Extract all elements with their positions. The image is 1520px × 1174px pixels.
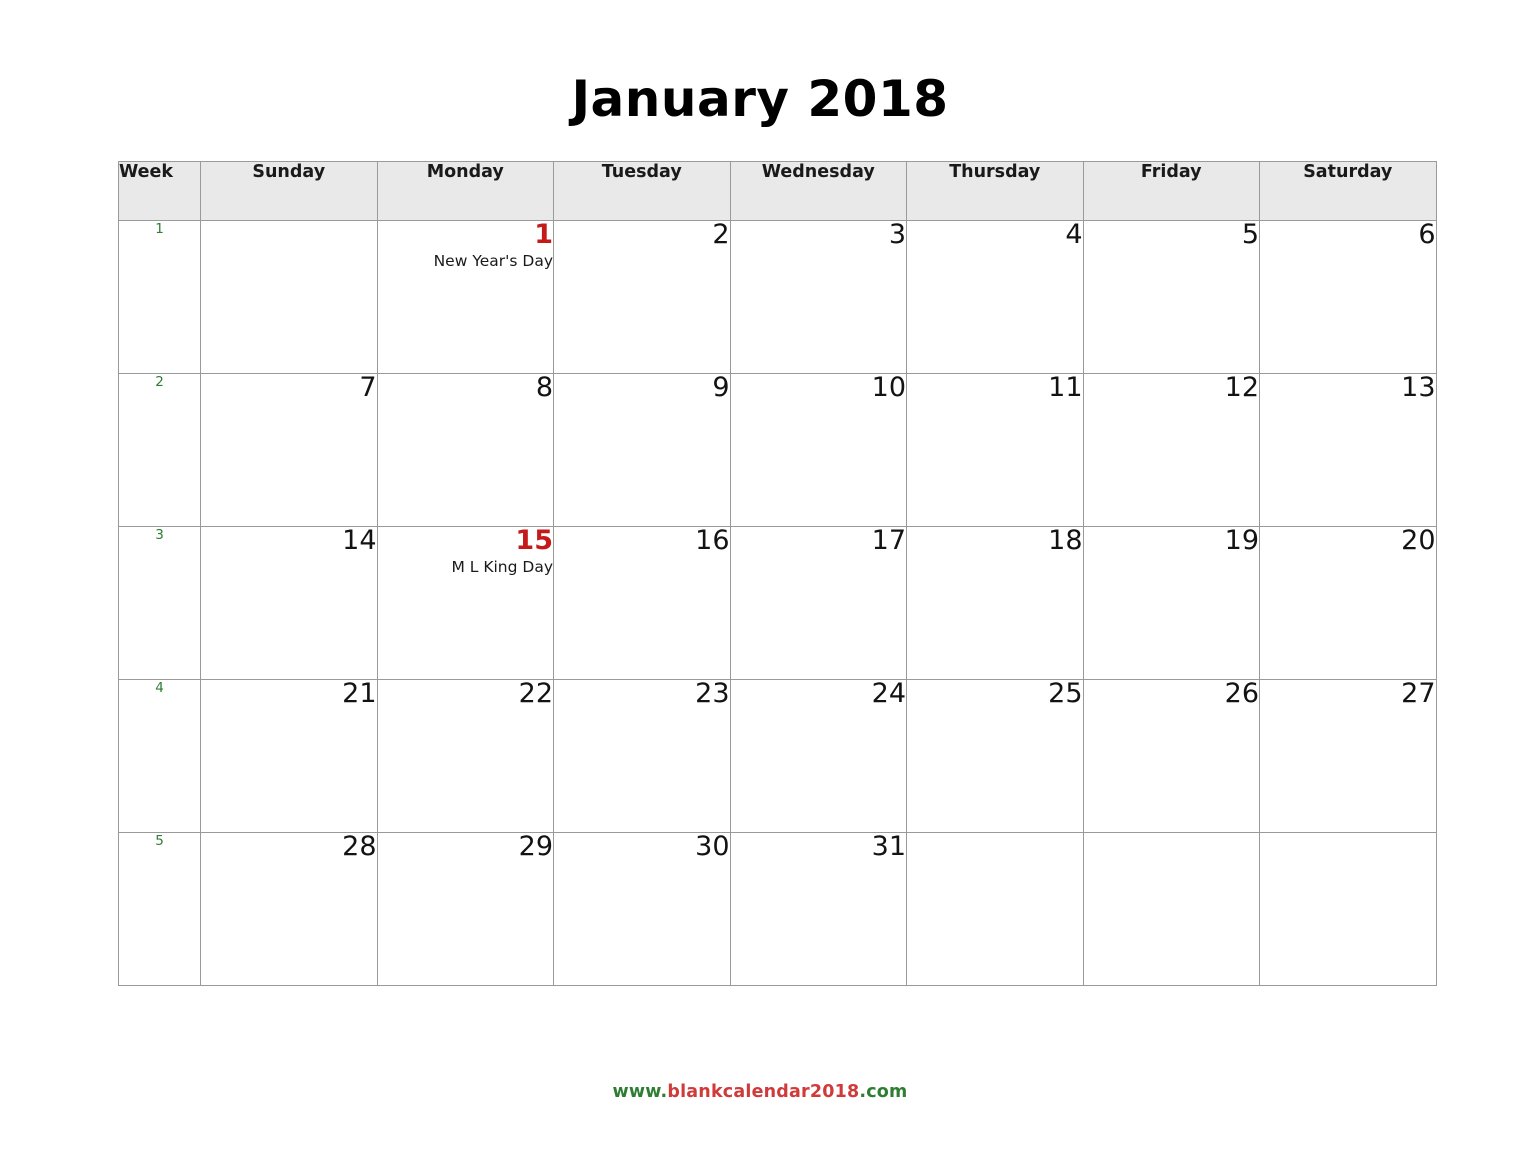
day-cell[interactable]: 25 (906, 678, 1084, 833)
day-cell[interactable]: 31 (729, 831, 907, 986)
day-number: 3 (888, 219, 906, 250)
day-cell[interactable]: 17 (729, 525, 907, 680)
day-cell[interactable]: 2 (553, 219, 731, 374)
day-cell[interactable]: 10 (729, 372, 907, 527)
day-number: 11 (1048, 372, 1083, 403)
day-number-holiday: 15 (515, 525, 553, 556)
day-cell[interactable]: 30 (553, 831, 731, 986)
day-number: 14 (342, 525, 377, 556)
day-number: 2 (712, 219, 730, 250)
day-cell[interactable]: 21 (200, 678, 378, 833)
day-cell-empty[interactable] (1082, 832, 1260, 986)
header-wednesday: Wednesday (729, 161, 907, 221)
header-thursday: Thursday (906, 161, 1084, 221)
footer-segment-www: www. (612, 1082, 668, 1102)
day-number: 20 (1401, 525, 1436, 556)
day-number: 8 (535, 372, 553, 403)
day-number: 24 (871, 678, 906, 709)
calendar-body: 1 1 New Year's Day 2 3 4 5 6 2 7 8 9 10 11 12 13 3 14 15 M … (118, 219, 1437, 986)
day-number: 22 (518, 678, 553, 709)
day-cell[interactable]: 23 (553, 678, 731, 833)
header-tuesday: Tuesday (553, 161, 731, 221)
day-number: 26 (1224, 678, 1259, 709)
calendar-page: January 2018 Week Sunday Monday Tuesday … (0, 0, 1520, 1174)
day-cell[interactable]: 26 (1082, 678, 1260, 833)
day-cell[interactable]: 6 (1259, 219, 1437, 374)
day-cell-empty[interactable] (1259, 832, 1437, 986)
calendar-week-row: 1 1 New Year's Day 2 3 4 5 6 (118, 219, 1437, 374)
day-number: 17 (871, 525, 906, 556)
day-cell[interactable]: 24 (729, 678, 907, 833)
day-number: 27 (1401, 678, 1436, 709)
day-number: 7 (359, 372, 377, 403)
day-cell[interactable]: 16 (553, 525, 731, 680)
day-cell[interactable]: 13 (1259, 372, 1437, 527)
header-saturday: Saturday (1259, 161, 1437, 221)
day-number: 18 (1048, 525, 1083, 556)
day-cell[interactable]: 11 (906, 372, 1084, 527)
day-cell[interactable]: 14 (200, 525, 378, 680)
day-number: 23 (695, 678, 730, 709)
day-cell[interactable]: 29 (376, 831, 554, 986)
day-cell[interactable]: 7 (200, 372, 378, 527)
day-cell-empty[interactable] (200, 220, 378, 374)
header-row: Week Sunday Monday Tuesday Wednesday Thu… (118, 161, 1437, 221)
week-number-cell: 4 (118, 679, 201, 833)
day-number: 4 (1065, 219, 1083, 250)
week-number-cell: 2 (118, 373, 201, 527)
day-cell[interactable]: 9 (553, 372, 731, 527)
day-number: 5 (1241, 219, 1259, 250)
calendar-week-row: 2 7 8 9 10 11 12 13 (118, 372, 1437, 527)
day-event-label: M L King Day (451, 558, 553, 577)
calendar-header: Week Sunday Monday Tuesday Wednesday Thu… (118, 161, 1437, 221)
calendar-table: Week Sunday Monday Tuesday Wednesday Thu… (118, 161, 1437, 986)
day-cell[interactable]: 27 (1259, 678, 1437, 833)
day-cell[interactable]: 3 (729, 219, 907, 374)
day-cell[interactable]: 20 (1259, 525, 1437, 680)
day-cell[interactable]: 22 (376, 678, 554, 833)
header-week: Week (118, 161, 201, 221)
day-number: 13 (1401, 372, 1436, 403)
footer-website[interactable]: www.blankcalendar2018.com (0, 1082, 1520, 1102)
day-number: 6 (1418, 219, 1436, 250)
day-cell[interactable]: 15 M L King Day (376, 525, 554, 680)
day-cell[interactable]: 5 (1082, 219, 1260, 374)
footer-segment-domain: blankcalendar2018 (667, 1082, 860, 1102)
header-sunday: Sunday (200, 161, 378, 221)
day-number: 28 (342, 831, 377, 862)
day-cell[interactable]: 8 (376, 372, 554, 527)
day-number: 12 (1224, 372, 1259, 403)
calendar-week-row: 4 21 22 23 24 25 26 27 (118, 678, 1437, 833)
header-monday: Monday (376, 161, 554, 221)
day-number-holiday: 1 (534, 219, 553, 250)
day-number: 30 (695, 831, 730, 862)
page-title: January 2018 (571, 70, 949, 128)
day-number: 25 (1048, 678, 1083, 709)
day-cell[interactable]: 1 New Year's Day (376, 219, 554, 374)
day-number: 21 (342, 678, 377, 709)
day-cell[interactable]: 19 (1082, 525, 1260, 680)
calendar-container: Week Sunday Monday Tuesday Wednesday Thu… (118, 161, 1437, 986)
day-number: 19 (1224, 525, 1259, 556)
week-number-cell: 3 (118, 526, 201, 680)
day-number: 10 (871, 372, 906, 403)
day-cell[interactable]: 12 (1082, 372, 1260, 527)
footer-segment-tld: .com (859, 1082, 908, 1102)
day-number: 9 (712, 372, 730, 403)
day-cell[interactable]: 4 (906, 219, 1084, 374)
day-number: 29 (518, 831, 553, 862)
day-cell[interactable]: 18 (906, 525, 1084, 680)
day-event-label: New Year's Day (433, 252, 553, 271)
week-number-cell: 1 (118, 220, 201, 374)
day-number: 31 (871, 831, 906, 862)
day-cell[interactable]: 28 (200, 831, 378, 986)
week-number-cell: 5 (118, 832, 201, 986)
day-number: 16 (695, 525, 730, 556)
header-friday: Friday (1082, 161, 1260, 221)
day-cell-empty[interactable] (906, 832, 1084, 986)
calendar-week-row: 5 28 29 30 31 (118, 831, 1437, 986)
calendar-week-row: 3 14 15 M L King Day 16 17 18 19 20 (118, 525, 1437, 680)
